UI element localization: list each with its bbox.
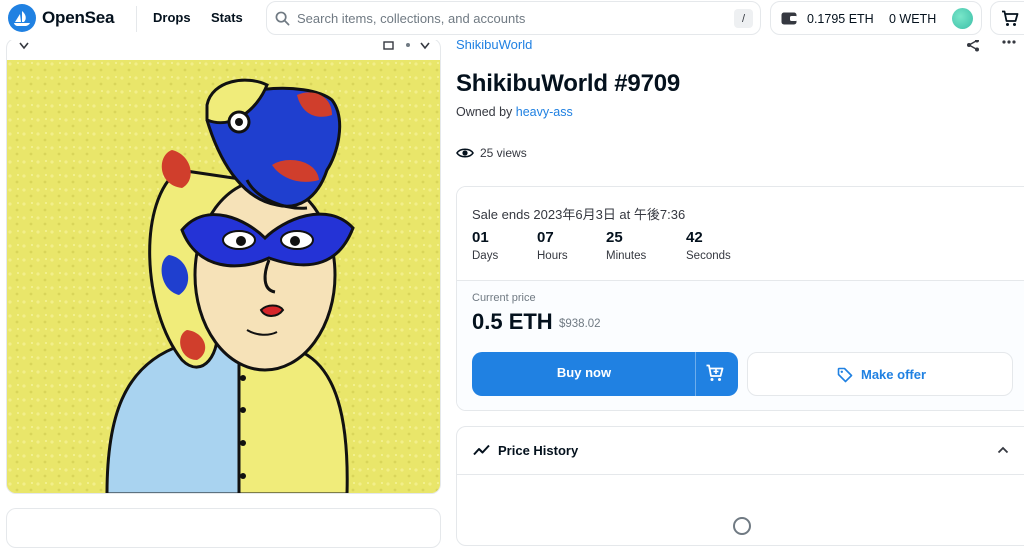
countdown-seconds-value: 42 [686, 229, 703, 246]
price-history-header[interactable]: Price History [457, 427, 1024, 475]
owner-link[interactable]: heavy-ass [516, 105, 573, 119]
nft-image-card [6, 38, 441, 494]
more-options-icon[interactable] [1002, 40, 1016, 44]
wallet-button[interactable]: 0.1795 ETH 0 WETH [770, 1, 982, 35]
nft-artwork[interactable] [7, 60, 441, 494]
price-section: Current price 0.5 ETH $938.02 Buy now Ma… [457, 280, 1024, 410]
top-nav: OpenSea Drops Stats / 0.1795 ETH 0 WETH [0, 0, 1024, 40]
countdown-days-value: 01 [472, 229, 489, 246]
countdown-seconds: 42 Seconds [686, 229, 731, 262]
current-price-label: Current price [472, 292, 536, 304]
countdown-days: 01 Days [472, 229, 498, 262]
loading-spinner-icon [733, 517, 751, 535]
make-offer-button[interactable]: Make offer [747, 352, 1013, 396]
search-icon [275, 11, 290, 26]
nav-link-drops[interactable]: Drops [153, 10, 191, 25]
views-label: 25 views [480, 146, 527, 160]
owned-by-label: Owned by [456, 105, 513, 119]
chevron-up-icon[interactable] [997, 446, 1009, 454]
search-shortcut-badge: / [734, 9, 753, 28]
countdown-hours: 07 Hours [537, 229, 568, 262]
owned-by: Owned by heavy-ass [456, 105, 573, 119]
account-avatar[interactable] [952, 8, 973, 29]
sale-ends-text: Sale ends 2023年6月3日 at 午後7:36 [472, 207, 686, 222]
countdown-hours-value: 07 [537, 229, 554, 246]
image-card-header [7, 39, 440, 59]
cart-button[interactable] [990, 1, 1024, 35]
price-history-title: Price History [498, 443, 579, 458]
nav-divider [136, 6, 137, 32]
opensea-logo-icon[interactable] [8, 4, 36, 32]
view-count: 25 views [456, 146, 527, 160]
open-original-icon[interactable] [383, 41, 394, 50]
countdown-hours-label: Hours [537, 250, 568, 262]
tag-icon [837, 367, 853, 383]
wallet-eth-balance: 0.1795 ETH [807, 12, 874, 26]
current-price: 0.5 ETH [472, 309, 553, 334]
trending-icon [473, 444, 490, 456]
description-card [6, 508, 441, 548]
add-to-cart-icon[interactable] [705, 363, 725, 383]
eye-icon [456, 148, 474, 158]
chain-icon [19, 42, 29, 50]
dot-icon [406, 43, 410, 47]
wallet-weth-balance: 0 WETH [889, 12, 937, 26]
sale-countdown-section: Sale ends 2023年6月3日 at 午後7:36 01 Days 07… [457, 187, 1024, 280]
wallet-icon [781, 12, 797, 25]
price-history-card: Price History [456, 426, 1024, 546]
buy-button-divider [695, 352, 696, 396]
countdown-seconds-label: Seconds [686, 250, 731, 262]
search-input[interactable] [297, 9, 697, 27]
share-icon[interactable] [966, 38, 980, 52]
buy-now-label: Buy now [556, 365, 612, 380]
sale-card: Sale ends 2023年6月3日 at 午後7:36 01 Days 07… [456, 186, 1024, 411]
search-box[interactable]: / [266, 1, 761, 35]
countdown-days-label: Days [472, 250, 499, 262]
buy-now-button[interactable]: Buy now [472, 352, 738, 396]
countdown-minutes-label: Minutes [606, 250, 647, 262]
item-title: ShikibuWorld #9709 [456, 70, 681, 97]
cart-icon [1002, 10, 1019, 26]
chevron-down-icon[interactable] [420, 42, 430, 50]
countdown-minutes: 25 Minutes [606, 229, 646, 262]
nav-link-stats[interactable]: Stats [211, 10, 243, 25]
make-offer-label: Make offer [861, 367, 927, 382]
brand-name[interactable]: OpenSea [42, 8, 114, 28]
price-usd: $938.02 [559, 318, 601, 330]
countdown-minutes-value: 25 [606, 229, 623, 246]
